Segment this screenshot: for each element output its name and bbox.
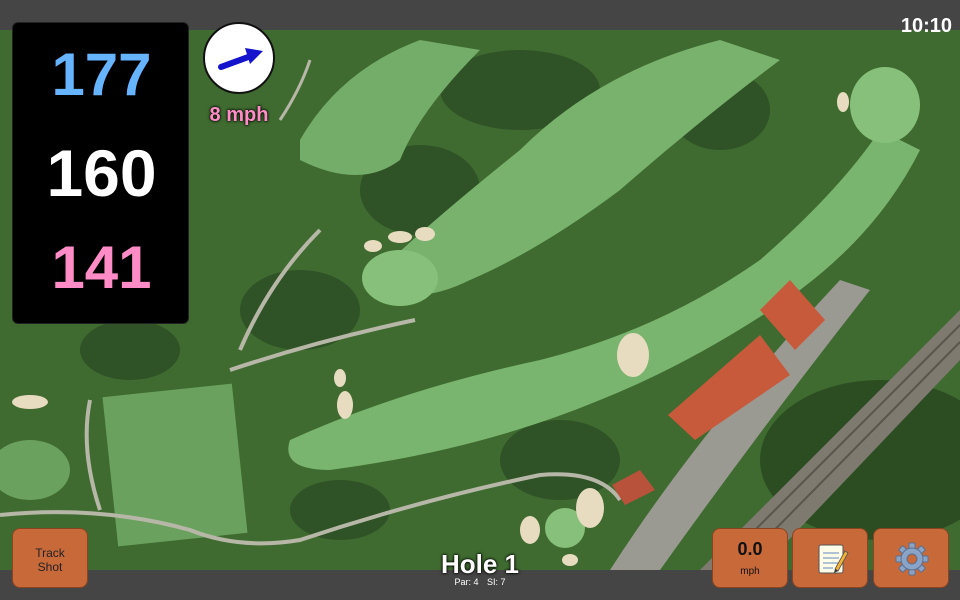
track-shot-label-line2: Shot bbox=[37, 560, 63, 574]
green bbox=[850, 67, 920, 143]
settings-button[interactable] bbox=[873, 528, 949, 588]
bunker bbox=[617, 333, 649, 377]
trees bbox=[80, 320, 180, 380]
clock: 10:10 bbox=[900, 15, 952, 37]
hole-title: Hole 1 bbox=[440, 549, 520, 579]
bunker bbox=[837, 92, 849, 112]
bunker bbox=[520, 516, 540, 544]
par-label: Par: 4 bbox=[454, 577, 479, 587]
tee-box bbox=[102, 383, 248, 547]
stroke-index-label: SI: 7 bbox=[487, 577, 506, 587]
trees bbox=[500, 420, 620, 500]
speed-button[interactable]: 0.0 mph bbox=[712, 528, 788, 588]
bunker bbox=[12, 395, 48, 409]
track-shot-button[interactable]: Track Shot bbox=[12, 528, 88, 588]
arrow-right-icon bbox=[218, 48, 263, 70]
bunker bbox=[334, 369, 346, 387]
bunker bbox=[337, 391, 353, 419]
track-shot-label-line1: Track bbox=[35, 546, 65, 560]
bunker bbox=[576, 488, 604, 528]
middle-yardage: 160 bbox=[46, 136, 157, 210]
hole-info: Par: 4 SI: 7 bbox=[400, 577, 560, 587]
gear-icon bbox=[895, 542, 929, 576]
yardage-panel: 177 160 141 bbox=[12, 22, 189, 324]
bunker bbox=[364, 240, 382, 252]
wind-indicator bbox=[203, 22, 275, 94]
speed-unit: mph bbox=[740, 566, 760, 577]
bunker bbox=[415, 227, 435, 241]
notes-button[interactable] bbox=[792, 528, 868, 588]
front-yardage: 141 bbox=[51, 234, 152, 301]
bunker bbox=[388, 231, 412, 243]
notepad-icon bbox=[818, 544, 849, 574]
green bbox=[362, 250, 438, 306]
wind-speed: 8 mph bbox=[209, 104, 269, 126]
back-yardage: 177 bbox=[51, 41, 152, 108]
speed-value: 0.0 bbox=[737, 539, 763, 559]
trees bbox=[290, 480, 390, 540]
